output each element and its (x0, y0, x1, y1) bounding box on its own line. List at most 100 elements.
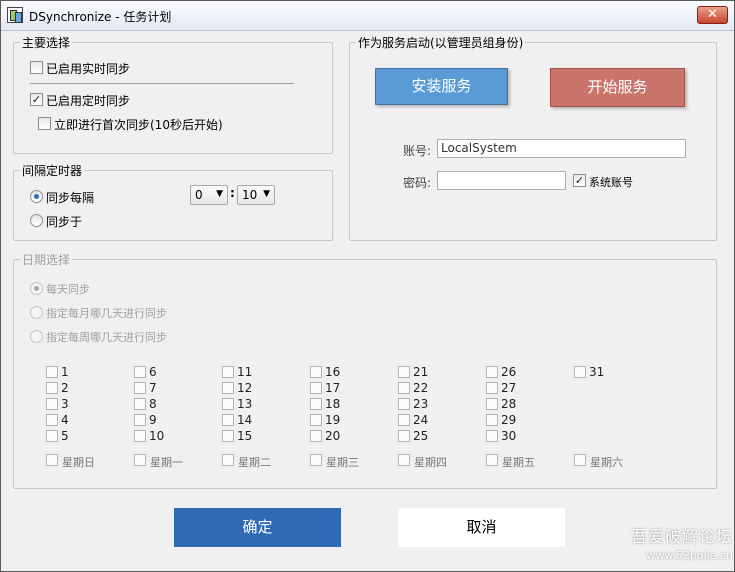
interval-timer-group: 间隔定时器 同步每隔 同步于 0 ▼ : 10 ▼ (13, 162, 333, 241)
day-label: 20 (325, 429, 341, 443)
system-account-label: 系统账号 (589, 176, 633, 189)
weekday-label: 星期六 (590, 456, 623, 469)
date-select-group: 日期选择 每天同步 指定每月哪几天进行同步 指定每周哪几天进行同步 123456… (13, 251, 717, 489)
window-title: DSynchronize - 任务计划 (29, 10, 172, 24)
daily-label: 每天同步 (46, 283, 90, 296)
day-checkbox[interactable] (398, 414, 410, 426)
day-checkbox[interactable] (486, 430, 498, 442)
service-group: 作为服务启动(以管理员组身份) 安装服务 开始服务 账号: LocalSyste… (349, 34, 717, 241)
hours-select[interactable]: 0 ▼ (190, 185, 228, 205)
password-label: 密码: (403, 176, 432, 190)
day-checkbox[interactable] (486, 398, 498, 410)
day-checkbox[interactable] (310, 430, 322, 442)
day-label: 1 (61, 365, 69, 379)
realtime-sync-label: 已启用实时同步 (46, 62, 131, 76)
weekday-checkbox[interactable] (46, 454, 58, 466)
main-select-group: 主要选择 已启用实时同步 ✓ 已启用定时同步 立即进行首次同步(10秒后开始) (13, 34, 333, 154)
account-field[interactable]: LocalSystem (437, 139, 686, 158)
ok-button[interactable]: 确定 (174, 508, 341, 547)
day-label: 22 (413, 381, 429, 395)
day-checkbox[interactable] (398, 366, 410, 378)
account-label: 账号: (403, 144, 432, 158)
day-checkbox[interactable] (134, 414, 146, 426)
day-checkbox[interactable] (486, 382, 498, 394)
weekday-label: 星期二 (238, 456, 271, 469)
day-label: 27 (501, 381, 517, 395)
day-checkbox[interactable] (574, 366, 586, 378)
day-checkbox[interactable] (46, 366, 58, 378)
daily-radio[interactable] (30, 282, 43, 295)
task-schedule-window: DSynchronize - 任务计划 ✕ 主要选择 已启用实时同步 ✓ 已启用… (0, 0, 735, 572)
day-checkbox[interactable] (310, 398, 322, 410)
day-label: 18 (325, 397, 341, 411)
day-label: 7 (149, 381, 157, 395)
system-account-checkbox[interactable]: ✓ (573, 174, 586, 187)
weekly-days-radio[interactable] (30, 330, 43, 343)
chevron-down-icon: ▼ (263, 189, 270, 199)
day-checkbox[interactable] (310, 414, 322, 426)
weekday-checkbox[interactable] (222, 454, 234, 466)
monthly-days-radio[interactable] (30, 306, 43, 319)
start-service-button[interactable]: 开始服务 (550, 68, 685, 107)
close-button[interactable]: ✕ (697, 6, 728, 24)
day-checkbox[interactable] (398, 382, 410, 394)
day-checkbox[interactable] (398, 398, 410, 410)
day-label: 19 (325, 413, 341, 427)
weekday-label: 星期日 (62, 456, 95, 469)
day-checkbox[interactable] (222, 382, 234, 394)
day-checkbox[interactable] (46, 430, 58, 442)
weekday-checkbox[interactable] (134, 454, 146, 466)
watermark: 吾爱破解论坛 www.52pojie.cn (601, 523, 733, 562)
day-checkbox[interactable] (134, 430, 146, 442)
day-checkbox[interactable] (310, 366, 322, 378)
main-select-legend: 主要选择 (20, 34, 73, 51)
immediate-first-sync-checkbox[interactable] (38, 117, 51, 130)
install-service-button[interactable]: 安装服务 (375, 68, 508, 105)
day-label: 4 (61, 413, 69, 427)
sync-at-radio[interactable] (30, 214, 43, 227)
day-label: 11 (237, 365, 253, 379)
date-select-legend: 日期选择 (20, 251, 73, 268)
day-checkbox[interactable] (222, 398, 234, 410)
watermark-line1: 吾爱破解论坛 (630, 527, 733, 546)
day-checkbox[interactable] (398, 430, 410, 442)
realtime-sync-checkbox[interactable] (30, 61, 43, 74)
day-checkbox[interactable] (222, 366, 234, 378)
day-checkbox[interactable] (134, 398, 146, 410)
day-label: 29 (501, 413, 517, 427)
day-checkbox[interactable] (222, 430, 234, 442)
scheduled-sync-checkbox[interactable]: ✓ (30, 93, 43, 106)
weekday-checkbox[interactable] (398, 454, 410, 466)
weekly-days-label: 指定每周哪几天进行同步 (46, 331, 167, 344)
day-label: 2 (61, 381, 69, 395)
weekday-checkbox[interactable] (486, 454, 498, 466)
sync-every-radio[interactable] (30, 190, 43, 203)
day-checkbox[interactable] (310, 382, 322, 394)
cancel-button[interactable]: 取消 (398, 508, 565, 547)
monthly-days-label: 指定每月哪几天进行同步 (46, 307, 167, 320)
day-label: 3 (61, 397, 69, 411)
password-field[interactable] (437, 171, 566, 190)
day-label: 24 (413, 413, 429, 427)
day-label: 31 (589, 365, 605, 379)
day-label: 21 (413, 365, 429, 379)
day-checkbox[interactable] (486, 414, 498, 426)
weekday-checkbox[interactable] (574, 454, 586, 466)
weekday-label: 星期四 (414, 456, 447, 469)
day-checkbox[interactable] (46, 382, 58, 394)
day-label: 23 (413, 397, 429, 411)
day-checkbox[interactable] (222, 414, 234, 426)
interval-timer-legend: 间隔定时器 (20, 162, 85, 179)
day-checkbox[interactable] (486, 366, 498, 378)
day-checkbox[interactable] (134, 366, 146, 378)
day-checkbox[interactable] (46, 414, 58, 426)
weekday-checkbox[interactable] (310, 454, 322, 466)
day-label: 9 (149, 413, 157, 427)
separator-line (30, 83, 294, 84)
day-checkbox[interactable] (46, 398, 58, 410)
minutes-select[interactable]: 10 ▼ (237, 185, 275, 205)
day-checkbox[interactable] (134, 382, 146, 394)
day-label: 15 (237, 429, 253, 443)
sync-at-label: 同步于 (46, 215, 83, 229)
day-label: 5 (61, 429, 69, 443)
